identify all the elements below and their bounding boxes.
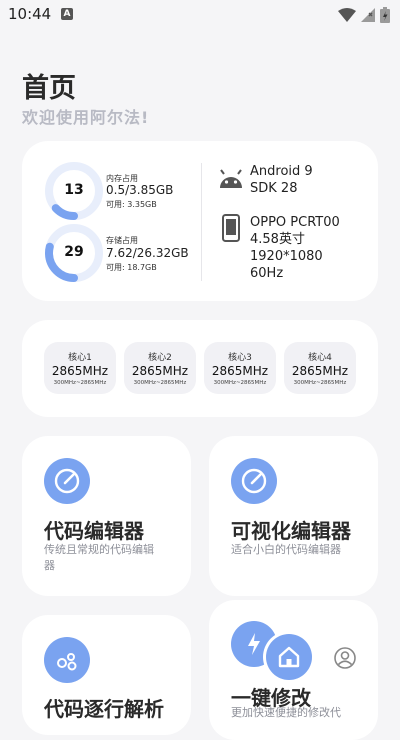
- core-name: 核心2: [148, 353, 172, 363]
- quick-modify-desc: 更加快速便捷的修改代: [231, 706, 341, 719]
- page-title: 首页: [22, 73, 76, 104]
- profile-button[interactable]: [333, 646, 357, 670]
- code-editor-title: 代码编辑器: [44, 519, 144, 543]
- core-name: 核心1: [68, 353, 92, 363]
- card-divider: [201, 163, 202, 281]
- status-icons: [338, 7, 390, 23]
- status-time: 10:44: [8, 5, 52, 23]
- sdk-version: SDK 28: [250, 181, 298, 196]
- home-button[interactable]: [266, 634, 312, 680]
- visual-editor-title: 可视化编辑器: [231, 519, 351, 543]
- core-frequency: 2865MHz: [131, 364, 189, 378]
- cpu-core: 核心4 2865MHz 300MHz~2865MHz: [284, 342, 356, 394]
- core-range: 300MHz~2865MHz: [53, 380, 107, 386]
- storage-value: 7.62/26.32GB: [106, 246, 189, 260]
- storage-free: 可用: 18.7GB: [106, 263, 157, 272]
- cpu-core: 核心3 2865MHz 300MHz~2865MHz: [204, 342, 276, 394]
- code-editor-desc: 传统且常规的代码编辑: [44, 543, 154, 556]
- core-frequency: 2865MHz: [291, 364, 349, 378]
- cpu-core: 核心2 2865MHz 300MHz~2865MHz: [124, 342, 196, 394]
- core-range: 300MHz~2865MHz: [213, 380, 267, 386]
- android-icon: [220, 169, 242, 188]
- storage-percent: 29: [64, 244, 84, 260]
- signal-icon: [361, 8, 375, 22]
- core-frequency: 2865MHz: [211, 364, 269, 378]
- visual-editor-desc: 适合小白的代码编辑器: [231, 543, 341, 556]
- refresh-rate: 60Hz: [250, 266, 284, 281]
- android-version: Android 9: [250, 164, 313, 179]
- device-model: OPPO PCRT00: [250, 215, 340, 230]
- core-name: 核心3: [228, 353, 252, 363]
- notification-icon: A: [61, 8, 73, 20]
- screen-size: 4.58英寸: [250, 232, 305, 247]
- home-icon: [278, 646, 300, 668]
- line-parse-icon: [44, 637, 90, 683]
- memory-free: 可用: 3.35GB: [106, 200, 157, 209]
- core-frequency: 2865MHz: [51, 364, 109, 378]
- core-range: 300MHz~2865MHz: [293, 380, 347, 386]
- memory-value: 0.5/3.85GB: [106, 183, 174, 197]
- wifi-icon: [338, 8, 356, 22]
- battery-icon: [380, 7, 390, 23]
- screen-resolution: 1920*1080: [250, 249, 323, 264]
- code-editor-desc-cont: 器: [44, 559, 55, 572]
- phone-icon: [222, 214, 240, 242]
- memory-percent: 13: [64, 182, 84, 198]
- visual-editor-icon: [231, 458, 277, 504]
- status-bar: 10:44 A: [0, 0, 400, 30]
- page-subtitle: 欢迎使用阿尔法!: [22, 108, 150, 127]
- line-parse-title: 代码逐行解析: [44, 697, 164, 721]
- storage-label: 存储占用: [106, 236, 138, 245]
- core-name: 核心4: [308, 353, 332, 363]
- code-editor-icon: [44, 458, 90, 504]
- core-range: 300MHz~2865MHz: [133, 380, 187, 386]
- cpu-core: 核心1 2865MHz 300MHz~2865MHz: [44, 342, 116, 394]
